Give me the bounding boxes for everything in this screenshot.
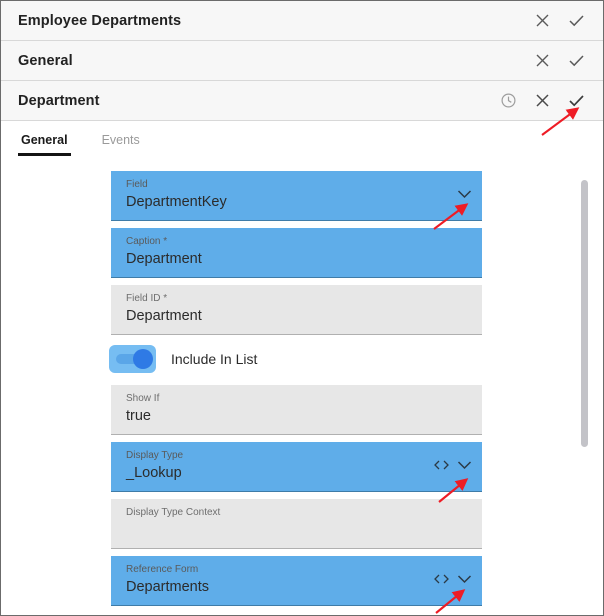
field-icons xyxy=(457,189,472,199)
close-button[interactable] xyxy=(525,82,559,120)
accept-button[interactable] xyxy=(559,82,593,120)
field-label: Field xyxy=(126,179,148,190)
field-label: Field ID * xyxy=(126,293,168,304)
chevron-down-icon[interactable] xyxy=(457,189,472,199)
field-field-id[interactable]: Field ID * Department xyxy=(111,285,482,335)
field-show-if[interactable]: Show If true xyxy=(111,385,482,435)
tab-general[interactable]: General xyxy=(18,133,71,156)
field-field[interactable]: Field DepartmentKey xyxy=(111,171,482,221)
field-value: Department xyxy=(126,308,202,324)
field-label: Display Type xyxy=(126,450,184,461)
field-value: _Lookup xyxy=(126,465,182,481)
field-label: Show If xyxy=(126,393,160,404)
scrollbar-thumb[interactable] xyxy=(581,180,588,447)
toggle-knob xyxy=(133,349,153,369)
code-icon[interactable] xyxy=(433,574,450,584)
dialog-window: Employee Departments General Department xyxy=(0,0,604,616)
chevron-down-icon[interactable] xyxy=(457,460,472,470)
header-actions xyxy=(525,42,593,80)
field-icons xyxy=(433,574,472,584)
accept-button[interactable] xyxy=(559,42,593,80)
header-actions xyxy=(525,2,593,40)
dialog-header-employee-departments: Employee Departments xyxy=(1,1,603,41)
header-actions xyxy=(491,82,593,120)
field-display-type-context[interactable]: Display Type Context xyxy=(111,499,482,549)
dialog-title: General xyxy=(18,52,73,69)
field-label: Reference Form xyxy=(126,564,199,575)
field-list: Field DepartmentKey Caption * Department… xyxy=(109,171,482,613)
field-value: Departments xyxy=(126,579,210,595)
field-value: DepartmentKey xyxy=(126,194,227,210)
tab-bar: General Events xyxy=(1,121,603,163)
form-scrollbar[interactable] xyxy=(581,171,588,611)
include-in-list-toggle[interactable] xyxy=(109,345,156,373)
field-reference-form[interactable]: Reference Form Departments xyxy=(111,556,482,606)
tab-events[interactable]: Events xyxy=(99,133,143,156)
form-body: Field DepartmentKey Caption * Department… xyxy=(1,163,603,615)
code-icon[interactable] xyxy=(433,460,450,470)
field-label: Caption * xyxy=(126,236,168,247)
close-button[interactable] xyxy=(525,2,559,40)
close-button[interactable] xyxy=(525,42,559,80)
history-button[interactable] xyxy=(491,82,525,120)
field-display-type[interactable]: Display Type _Lookup xyxy=(111,442,482,492)
dialog-header-department: Department xyxy=(1,81,603,121)
chevron-down-icon[interactable] xyxy=(457,574,472,584)
dialog-title: Employee Departments xyxy=(18,12,182,29)
accept-button[interactable] xyxy=(559,2,593,40)
dialog-title: Department xyxy=(18,92,100,109)
field-icons xyxy=(433,460,472,470)
field-label: Display Type Context xyxy=(126,507,221,518)
field-caption[interactable]: Caption * Department xyxy=(111,228,482,278)
field-value: Department xyxy=(126,251,202,267)
dialog-header-general: General xyxy=(1,41,603,81)
field-value: true xyxy=(126,408,151,424)
include-in-list-row: Include In List xyxy=(109,342,482,376)
include-in-list-label: Include In List xyxy=(171,351,258,367)
